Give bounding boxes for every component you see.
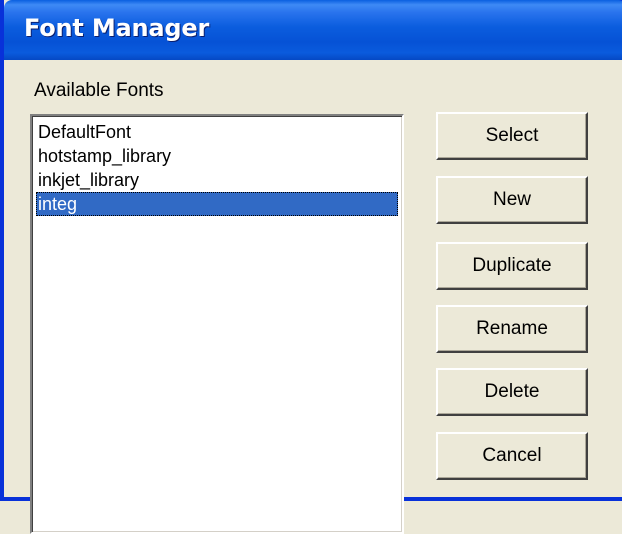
font-list-item[interactable]: DefaultFont: [36, 120, 398, 144]
font-manager-window: Font Manager Available Fonts DefaultFont…: [0, 0, 622, 534]
fonts-listbox[interactable]: DefaultFont hotstamp_library inkjet_libr…: [30, 114, 404, 534]
fonts-list: DefaultFont hotstamp_library inkjet_libr…: [36, 120, 398, 216]
delete-button[interactable]: Delete: [436, 368, 588, 416]
select-button[interactable]: Select: [436, 112, 588, 160]
new-button[interactable]: New: [436, 176, 588, 224]
duplicate-button[interactable]: Duplicate: [436, 242, 588, 290]
font-list-item[interactable]: hotstamp_library: [36, 144, 398, 168]
font-list-item-selected[interactable]: integ: [36, 192, 398, 216]
rename-button[interactable]: Rename: [436, 305, 588, 353]
dialog-body: Available Fonts DefaultFont hotstamp_lib…: [8, 60, 622, 534]
available-fonts-label: Available Fonts: [34, 80, 164, 101]
cancel-button[interactable]: Cancel: [436, 432, 588, 480]
title-bar[interactable]: Font Manager: [4, 0, 622, 60]
window-title: Font Manager: [24, 14, 210, 42]
font-list-item[interactable]: inkjet_library: [36, 168, 398, 192]
